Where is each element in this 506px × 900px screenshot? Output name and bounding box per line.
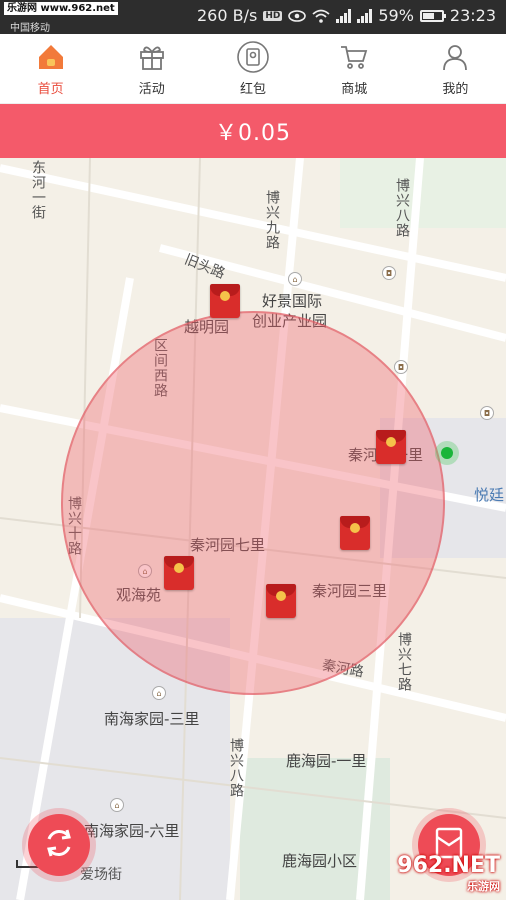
status-bar: 乐游网 www.962.net 中国移动 260 B/s HD 59% 23:2… — [0, 0, 506, 34]
red-envelope-marker[interactable] — [210, 284, 240, 318]
area-label: 南海家园-三里 — [104, 710, 200, 728]
red-packet-icon — [236, 40, 270, 74]
tab-red-packet-label: 红包 — [240, 82, 267, 97]
user-location-marker — [435, 441, 459, 465]
watermark-logo-text: 962.NET — [397, 853, 500, 878]
watermark-logo-sub: 乐游网 — [467, 880, 500, 893]
net-speed: 260 B/s — [196, 6, 258, 25]
watermark-label: 乐游网 www.962.net — [4, 2, 118, 15]
battery-percent: 59% — [378, 6, 414, 25]
search-radius-circle — [61, 311, 445, 695]
area-label: 南海家园-六里 — [84, 822, 180, 840]
home-icon — [34, 40, 68, 74]
tab-home-label: 首页 — [37, 82, 64, 97]
tab-mine[interactable]: 我的 — [405, 34, 506, 103]
tab-red-packet[interactable]: 红包 — [202, 34, 303, 103]
area-label: 悦廷 — [474, 486, 505, 504]
tab-mall[interactable]: 商城 — [304, 34, 405, 103]
poi-icon: ⌂ — [110, 798, 124, 812]
red-envelope-marker[interactable] — [164, 556, 194, 590]
poi-icon: ⌂ — [152, 686, 166, 700]
watermark-logo: 962.NET 乐游网 — [397, 853, 500, 894]
poi-icon: ◘ — [382, 266, 396, 280]
red-envelope-marker[interactable] — [376, 430, 406, 464]
road-label: 博兴八路 — [394, 178, 410, 238]
poi-icon: ⌂ — [288, 272, 302, 286]
tab-mine-label: 我的 — [442, 82, 469, 97]
clock: 23:23 — [449, 6, 496, 25]
road-label: 东河一街 — [30, 160, 46, 220]
place-label: 好景国际 — [262, 292, 323, 310]
tab-activity-label: 活动 — [138, 82, 165, 97]
tab-activity[interactable]: 活动 — [101, 34, 202, 103]
red-envelope-marker[interactable] — [266, 584, 296, 618]
map-view[interactable]: 东河一街 旧头路 博兴九路 博兴八路 区间西路 博兴十路 秦河路 博兴七路 南海… — [0, 158, 506, 900]
cart-icon — [337, 40, 371, 74]
gift-icon — [135, 40, 169, 74]
balance-banner: ￥0.05 — [0, 104, 506, 158]
signal-icon — [336, 8, 352, 23]
road-label: 博兴九路 — [264, 190, 280, 250]
red-envelope-marker[interactable] — [340, 516, 370, 550]
area-label: 鹿海园小区 — [282, 852, 358, 870]
tab-mall-label: 商城 — [341, 82, 368, 97]
road-label: 爱场街 — [80, 867, 122, 883]
road-label: 博兴八路 — [228, 738, 244, 798]
user-icon — [438, 40, 472, 74]
battery-icon — [419, 9, 446, 22]
refresh-icon — [41, 825, 77, 865]
eye-icon — [288, 9, 307, 22]
area-label: 鹿海园-一里 — [286, 752, 367, 770]
carrier-label: 中国移动 — [10, 23, 50, 34]
top-nav: 首页 活动 红包 商城 我的 — [0, 34, 506, 104]
road-label: 博兴七路 — [396, 632, 412, 692]
signal-icon-2 — [357, 8, 373, 23]
balance-amount: ￥0.05 — [215, 121, 291, 146]
tab-home[interactable]: 首页 — [0, 34, 101, 103]
refresh-button[interactable] — [28, 814, 90, 876]
poi-icon: ◘ — [394, 360, 408, 374]
wifi-icon — [312, 9, 330, 23]
hd-badge: HD — [263, 10, 283, 21]
poi-icon: ◘ — [480, 406, 494, 420]
